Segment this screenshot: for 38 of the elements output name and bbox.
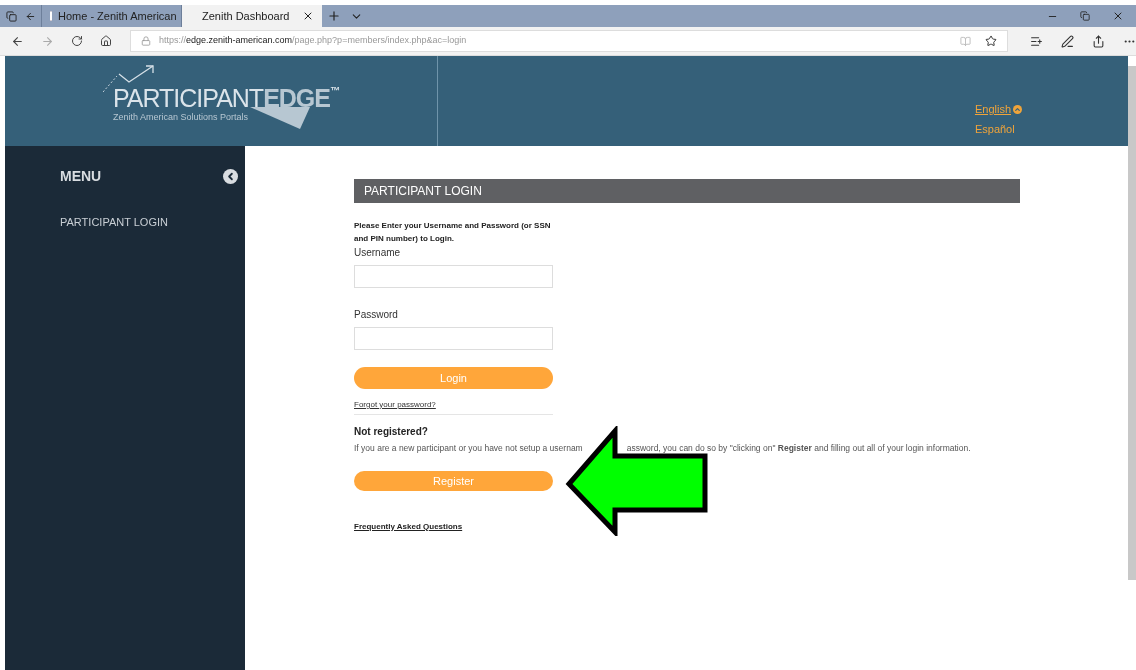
sidebar-title: MENU: [60, 167, 102, 186]
logo-bold-text: EDGE: [263, 85, 330, 111]
favorite-icon[interactable]: [985, 35, 997, 47]
text-field[interactable]: [354, 264, 553, 288]
register-text: assword, you can do so by "clicking on" Register and filling out all of your login information.: [626, 442, 971, 455]
back-icon[interactable]: [11, 34, 24, 48]
lock-icon: [141, 36, 151, 46]
collapse-icon[interactable]: [223, 169, 238, 184]
pen-icon[interactable]: [1061, 34, 1074, 48]
login-header: PARTICIPANT LOGIN: [354, 179, 1020, 203]
scrollbar[interactable]: [1128, 66, 1136, 580]
url-text: https://edge.zenith-american.com/page.php?p=members/index.php&ac=login: [159, 34, 467, 48]
home-icon[interactable]: [100, 35, 112, 47]
close-window-icon[interactable]: [1112, 10, 1124, 22]
chevron-up-icon: [1013, 104, 1022, 114]
share-icon[interactable]: [1092, 34, 1105, 48]
logo-tagline: Zenith American Solutions Portals: [113, 110, 249, 124]
favorites-list-icon[interactable]: [1030, 34, 1043, 48]
address-field[interactable]: https://edge.zenith-american.com/page.php?p=members/index.php&ac=login: [130, 30, 1008, 52]
pointer-shape-icon: [250, 106, 311, 129]
not-registered-heading: Not registered?: [354, 425, 429, 439]
sidebar-item[interactable]: PARTICIPANT LOGIN: [60, 214, 238, 231]
register-text: If you are a new participant or you have not setup a usernam: [354, 442, 583, 455]
restore-icon[interactable]: [1080, 11, 1090, 21]
browser-tab[interactable]: Zenith Dashboard: [182, 5, 322, 27]
field-label: Username: [354, 246, 402, 260]
trademark: ™: [330, 85, 339, 96]
language-link[interactable]: English: [974, 101, 1022, 118]
language-link[interactable]: Español: [974, 120, 1022, 137]
faq-link[interactable]: Frequently Asked Questions: [354, 520, 1128, 533]
site-logo[interactable]: PARTICIPANTEDGE™ Zenith American Solutions Portals: [103, 63, 339, 129]
text-field[interactable]: [354, 326, 553, 350]
logo-text: PARTICIPANT: [113, 85, 264, 111]
refresh-icon[interactable]: [71, 35, 83, 47]
login-instructions: Please Enter your Username and Password (or SSN and PIN number) to Login.: [354, 220, 552, 245]
forgot-password-link[interactable]: Forgot your password?: [354, 399, 553, 415]
field-label: Password: [354, 308, 399, 322]
close-icon[interactable]: [302, 10, 314, 22]
